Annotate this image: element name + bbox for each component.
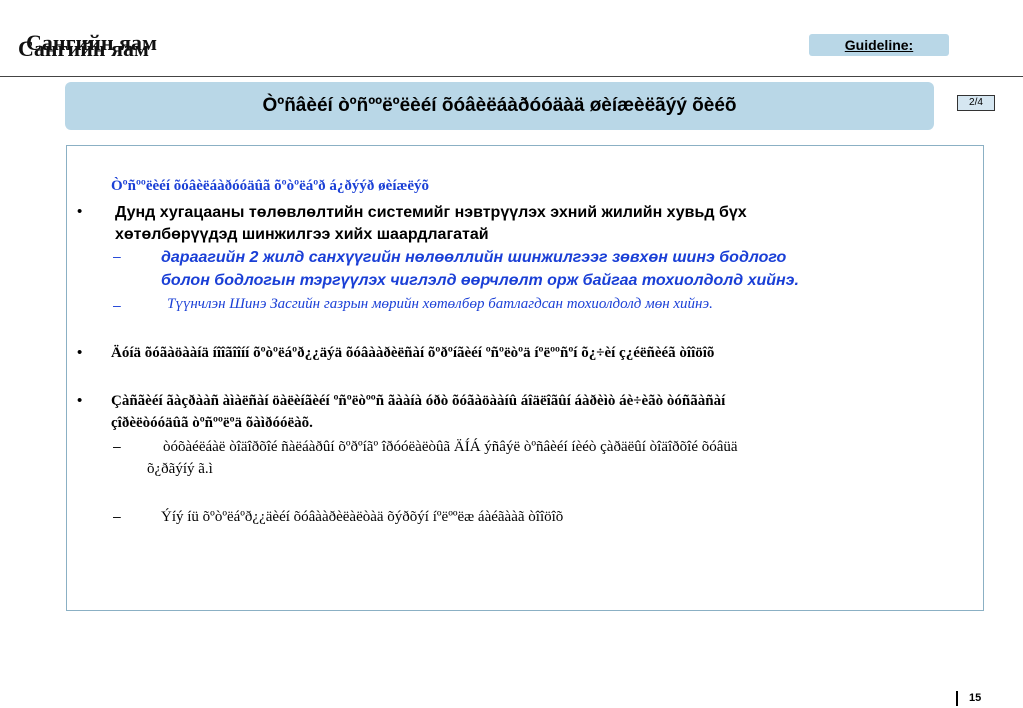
bullet3-sub1-line2: õ¿ðãýíý ã.ì bbox=[147, 461, 213, 477]
header-divider bbox=[0, 76, 1023, 77]
bullet1-line1: Дунд хугацааны төлөвлөлтийн системийг нэ… bbox=[115, 204, 747, 221]
bullet3-line2: çîðèëòóóäûã òºñººëºä õàìðóóëàõ. bbox=[111, 415, 313, 431]
section-heading: Òºñººëèéí õóâèëáàðóóäûã õºòºëáºð á¿ðýýð … bbox=[111, 178, 429, 194]
page-number: 15 bbox=[969, 692, 982, 704]
dash-marker: – bbox=[113, 508, 121, 524]
page-indicator: 2/4 bbox=[957, 95, 995, 111]
bullet2: Äóíä õóãàöààíä íîîãîîíí õºòºëáºð¿¿äýä õó… bbox=[111, 345, 715, 361]
bullet3-line1: Çàñãèéí ãàçðààñ àìàëñàí öàëèíãèéí ºñºëòº… bbox=[111, 393, 726, 409]
footer-divider bbox=[956, 691, 958, 706]
content-box: Òºñººëèéí õóâèëáàðóóäûã õºòºëáºð á¿ðýýð … bbox=[66, 145, 984, 611]
bullet1-sub1-line2: болон бодлогын тэргүүлэх чиглэлд өөрчлөл… bbox=[161, 272, 799, 289]
bullet1-sub1-line1: дараагийн 2 жилд санхүүгийн нөлөөллийн ш… bbox=[161, 249, 787, 266]
guideline-link[interactable]: Guideline: bbox=[809, 34, 949, 56]
logo: Сангийн яам Сангийн яам bbox=[18, 30, 218, 66]
slide-title: Òºñâèéí òºñººëºëèéí õóâèëáàðóóäàä øèíæèë… bbox=[65, 82, 934, 130]
bullet3-sub1-line1: òóõàéëáàë òîäîðõîé ñàëáàðûí õºðºíãº îðóó… bbox=[163, 439, 738, 455]
bullet-marker: • bbox=[77, 203, 83, 220]
bullet-marker: • bbox=[77, 392, 83, 409]
logo-text-shadow: Сангийн яам bbox=[18, 36, 149, 61]
bullet-marker: • bbox=[77, 344, 83, 361]
dash-marker: – bbox=[113, 438, 121, 454]
bullet1-line2: хөтөлбөрүүдэд шинжилгээ хийх шаардлагата… bbox=[115, 226, 489, 243]
bullet3-sub2: Ýíý íü õºòºëáºð¿¿äèéí õóâààðèëàëòàä õýðõ… bbox=[161, 509, 564, 525]
dash-marker: – bbox=[113, 297, 121, 313]
dash-marker: – bbox=[113, 248, 121, 264]
bullet1-sub2: Түүнчлэн Шинэ Засгийн газрын мөрийн хөтө… bbox=[167, 296, 713, 312]
